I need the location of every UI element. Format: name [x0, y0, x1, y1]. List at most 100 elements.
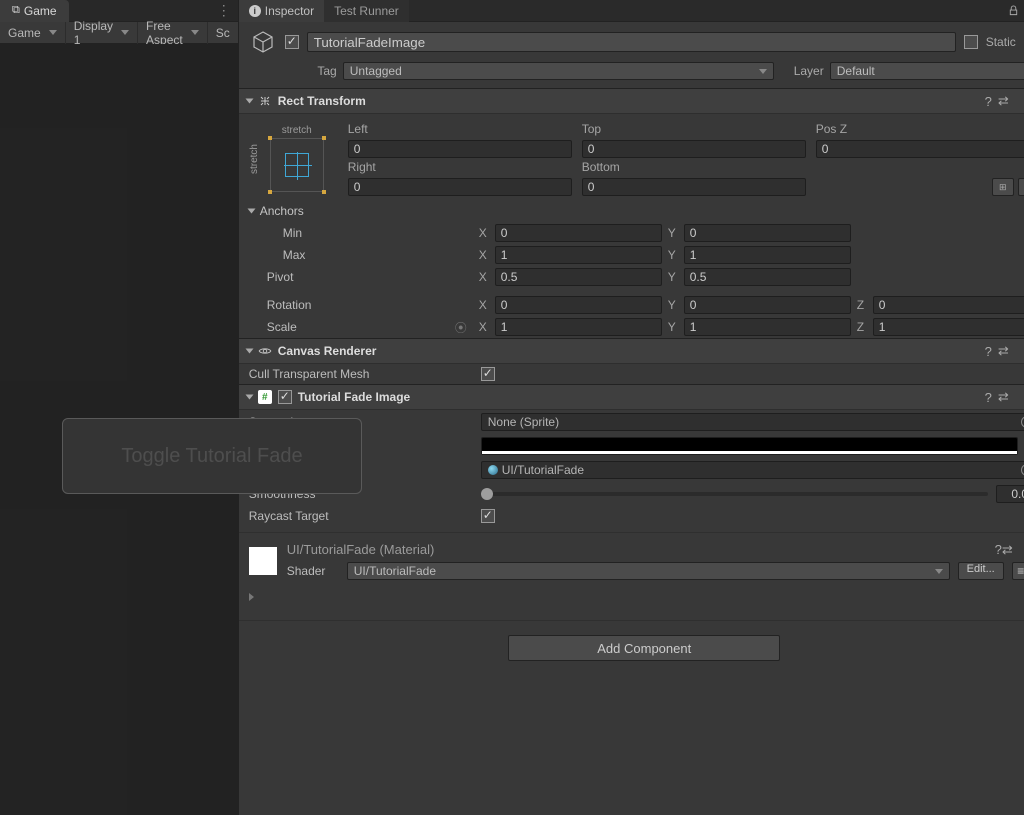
aspect-dropdown[interactable]: Free Aspect [138, 22, 208, 44]
inspector-tab-bar: i Inspector Test Runner ⋮ [239, 0, 1024, 22]
pivot-y[interactable] [684, 268, 851, 286]
component-enabled-checkbox[interactable] [278, 390, 292, 404]
right-label: Right [348, 160, 572, 176]
help-icon[interactable]: ? [995, 542, 1002, 557]
tab-test-runner[interactable]: Test Runner [324, 0, 409, 22]
shader-dropdown[interactable]: UI/TutorialFade [347, 562, 950, 580]
static-checkbox[interactable] [964, 35, 978, 49]
expand-toggle-icon [245, 349, 253, 354]
source-image-field[interactable]: None (Sprite) [481, 413, 1024, 431]
static-label: Static [986, 35, 1016, 49]
scale-label: Scale [267, 320, 297, 334]
component-menu-icon[interactable]: ⋮ [1015, 93, 1024, 110]
rotation-z[interactable] [873, 296, 1024, 314]
gameobject-enabled-checkbox[interactable] [285, 35, 299, 49]
expand-toggle-icon [245, 99, 253, 104]
top-field[interactable] [582, 140, 806, 158]
tab-game-label: Game [24, 4, 57, 18]
add-component-button[interactable]: Add Component [508, 635, 780, 661]
left-field[interactable] [348, 140, 572, 158]
camera-dropdown[interactable]: Game [0, 22, 66, 44]
smoothness-value[interactable] [996, 485, 1024, 503]
preset-icon[interactable]: ⇄ [998, 343, 1009, 359]
game-viewport: Toggle Tutorial Fade [0, 44, 238, 815]
anchor-preset-button[interactable] [270, 138, 324, 192]
anchor-hlabel: stretch [282, 125, 312, 136]
gameobject-header: Static [239, 22, 1024, 58]
shader-menu-button[interactable]: ≡ [1012, 562, 1024, 580]
tab-options-icon[interactable]: ⋮ [211, 2, 238, 19]
game-toolbar: Game Display 1 Free Aspect Sc [0, 22, 238, 44]
tag-layer-row: Tag Untagged Layer Default [239, 58, 1024, 88]
scale-y[interactable] [684, 318, 851, 336]
tutorial-fade-image-title: Tutorial Fade Image [298, 390, 410, 404]
cull-checkbox[interactable] [481, 367, 495, 381]
chevron-down-icon [191, 30, 199, 35]
bottom-label: Bottom [582, 160, 806, 176]
layer-label: Layer [780, 64, 824, 78]
rotation-x[interactable] [495, 296, 662, 314]
material-swatch[interactable] [249, 547, 277, 575]
canvas-renderer-header[interactable]: Canvas Renderer ? ⇄ ⋮ [239, 338, 1024, 364]
bottom-field[interactable] [582, 178, 806, 196]
posz-field[interactable] [816, 140, 1024, 158]
tab-inspector[interactable]: i Inspector [239, 0, 324, 22]
expand-toggle-icon[interactable] [247, 209, 255, 214]
tag-label: Tag [303, 64, 337, 78]
material-field[interactable]: UI/TutorialFade [481, 461, 1024, 479]
raw-edit-button[interactable]: R [1018, 178, 1024, 196]
anchor-vlabel: stretch [249, 144, 260, 174]
gamepad-icon: ⧉ [12, 4, 20, 17]
anchors-label: Anchors [260, 204, 304, 218]
help-icon[interactable]: ? [985, 94, 992, 109]
anchor-max-x[interactable] [495, 246, 662, 264]
right-field[interactable] [348, 178, 572, 196]
pivot-x[interactable] [495, 268, 662, 286]
blueprint-mode-button[interactable]: ⊞ [992, 178, 1014, 196]
rect-transform-title: Rect Transform [278, 94, 366, 108]
tag-dropdown[interactable]: Untagged [343, 62, 774, 80]
posz-label: Pos Z [816, 122, 1024, 138]
chevron-down-icon [121, 30, 129, 35]
anchor-min-y[interactable] [684, 224, 851, 242]
script-icon: # [258, 390, 272, 404]
preset-icon[interactable]: ⇄ [998, 389, 1009, 405]
color-field[interactable] [481, 437, 1018, 455]
layer-dropdown[interactable]: Default [830, 62, 1024, 80]
expand-toggle-icon[interactable] [249, 593, 254, 601]
rotation-y[interactable] [684, 296, 851, 314]
component-menu-icon[interactable]: ⋮ [1015, 343, 1024, 360]
component-menu-icon[interactable]: ⋮ [1015, 389, 1024, 406]
rect-transform-header[interactable]: Rect Transform ? ⇄ ⋮ [239, 88, 1024, 114]
top-label: Top [582, 122, 806, 138]
inspector-panel: i Inspector Test Runner ⋮ Static [238, 0, 1024, 815]
info-icon: i [249, 5, 261, 17]
help-icon[interactable]: ? [985, 390, 992, 405]
lock-icon[interactable] [1004, 5, 1023, 16]
canvas-renderer-title: Canvas Renderer [278, 344, 377, 358]
toggle-tutorial-fade-button[interactable]: Toggle Tutorial Fade [62, 418, 362, 494]
help-icon[interactable]: ? [985, 344, 992, 359]
pivot-label: Pivot [249, 270, 473, 284]
chevron-down-icon [935, 569, 943, 574]
component-menu-icon[interactable]: ⋮ [1013, 541, 1024, 558]
preset-icon[interactable]: ⇄ [1002, 542, 1013, 558]
anchor-min-x[interactable] [495, 224, 662, 242]
gameobject-name-input[interactable] [307, 32, 956, 52]
constrain-icon[interactable]: ⦿ [455, 319, 467, 336]
material-preview-header: UI/TutorialFade (Material) ? ⇄ ⋮ Shader … [239, 532, 1024, 588]
scale-z[interactable] [873, 318, 1024, 336]
smoothness-slider[interactable] [481, 492, 988, 496]
gameobject-icon[interactable] [249, 28, 277, 56]
raycast-checkbox[interactable] [481, 509, 495, 523]
game-tab-bar: ⧉ Game ⋮ [0, 0, 238, 22]
scale-x[interactable] [495, 318, 662, 336]
display-dropdown[interactable]: Display 1 [66, 22, 138, 44]
min-label: Min [249, 226, 473, 240]
tutorial-fade-image-header[interactable]: # Tutorial Fade Image ? ⇄ ⋮ [239, 384, 1024, 410]
preset-icon[interactable]: ⇄ [998, 93, 1009, 109]
anchor-max-y[interactable] [684, 246, 851, 264]
tab-game[interactable]: ⧉ Game [0, 0, 69, 22]
shader-edit-button[interactable]: Edit... [958, 562, 1004, 580]
expand-toggle-icon [245, 395, 253, 400]
